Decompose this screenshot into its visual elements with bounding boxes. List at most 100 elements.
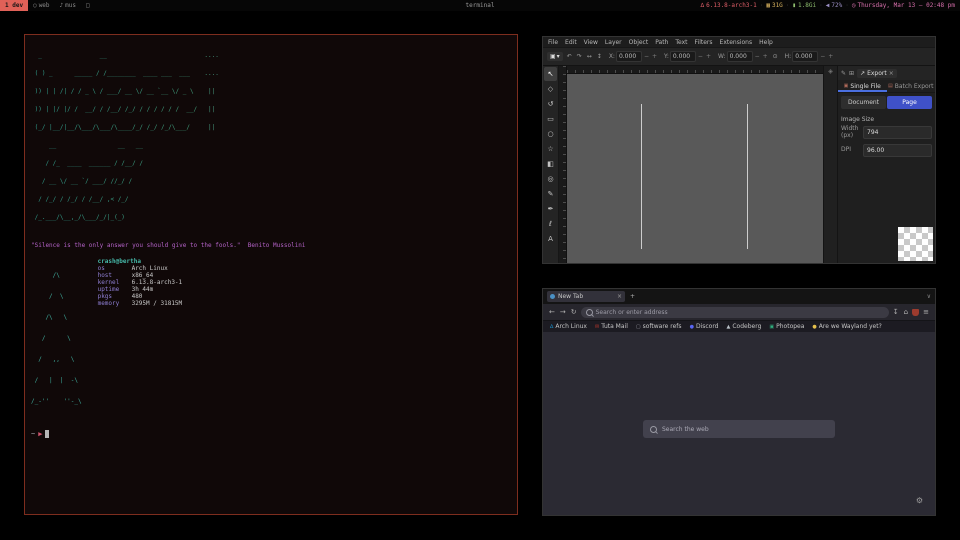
drawing-canvas[interactable]	[567, 74, 823, 263]
pen-tool[interactable]: ✒	[544, 202, 557, 216]
export-dialog-tab[interactable]: ↗ Export ×	[857, 69, 897, 78]
terminal-window[interactable]: _ __ .... ( ) _ _____ / /________ ____ _…	[24, 34, 518, 515]
text-tool[interactable]: A	[544, 232, 557, 246]
tab-batch-export[interactable]: ▤ Batch Export	[887, 80, 936, 92]
width-row: Width (px) 794	[838, 124, 935, 142]
forward-icon[interactable]: →	[559, 308, 567, 316]
wayland-favicon: ●	[812, 324, 816, 330]
workspace-tags: 1 dev ○ web ♪ mus □	[0, 0, 95, 11]
list-tabs-chevron-icon[interactable]: ∨	[927, 293, 931, 300]
ellipse-tool[interactable]: ○	[544, 127, 557, 141]
search-icon	[650, 426, 657, 433]
chevron-down-icon: ▾	[557, 53, 560, 60]
grid-dialog-icon[interactable]: ⊞	[849, 70, 854, 77]
menu-layer[interactable]: Layer	[605, 39, 622, 46]
height-field[interactable]: H: 0.000 − +	[785, 51, 835, 62]
downloads-icon[interactable]: ↧	[892, 308, 900, 316]
decrement-button[interactable]: −	[643, 53, 650, 60]
workspace-tag-dev[interactable]: 1 dev	[0, 0, 28, 11]
bookmark-codeberg[interactable]: ▲ Codeberg	[727, 323, 762, 330]
star-tool[interactable]: ☆	[544, 142, 557, 156]
bookmark-are-we-wayland-yet[interactable]: ● Are we Wayland yet?	[812, 323, 881, 330]
browser-tab[interactable]: New Tab ×	[547, 291, 625, 302]
menu-help[interactable]: Help	[759, 39, 773, 46]
pencil-tool[interactable]: ✎	[544, 187, 557, 201]
address-bar[interactable]: Search or enter address	[581, 307, 889, 318]
spiral-tool[interactable]: ◎	[544, 172, 557, 186]
menu-path[interactable]: Path	[655, 39, 668, 46]
page-scope-button[interactable]: Page	[887, 96, 932, 109]
address-placeholder: Search or enter address	[596, 309, 668, 316]
menu-text[interactable]: Text	[675, 39, 687, 46]
menu-filters[interactable]: Filters	[695, 39, 713, 46]
close-icon[interactable]: ×	[889, 70, 894, 77]
decrement-button[interactable]: −	[697, 53, 704, 60]
menu-extensions[interactable]: Extensions	[720, 39, 753, 46]
separator: ·	[760, 2, 764, 9]
node-tool[interactable]: ◇	[544, 82, 557, 96]
back-icon[interactable]: ←	[548, 308, 556, 316]
workspace-tag-mus[interactable]: ♪ mus	[55, 0, 81, 11]
increment-button[interactable]: +	[827, 53, 834, 60]
selection-mode-dropdown[interactable]: ▣ ▾	[547, 52, 563, 61]
document-scope-button[interactable]: Document	[841, 96, 886, 109]
web-search-input[interactable]: Search the web	[643, 420, 835, 438]
bookmark-photopea[interactable]: ▣ Photopea	[769, 323, 804, 330]
menu-edit[interactable]: Edit	[565, 39, 577, 46]
new-tab-page: Search the web ⚙	[543, 332, 935, 515]
tab-bar: New Tab × + ∨	[543, 289, 935, 304]
flip-vertical-icon[interactable]: ↕	[596, 53, 603, 60]
menu-icon[interactable]: ≡	[922, 308, 930, 316]
box-3d-tool[interactable]: ◧	[544, 157, 557, 171]
bookmark-arch-linux[interactable]: ∆ Arch Linux	[550, 323, 587, 330]
selector-tool[interactable]: ↖	[544, 67, 557, 81]
new-tab-button[interactable]: +	[630, 293, 635, 300]
workspace-tag-label: web	[39, 2, 50, 9]
increment-button[interactable]: +	[651, 53, 658, 60]
batch-export-icon: ▤	[888, 83, 893, 89]
width-field[interactable]: W: 0.000 − +	[718, 51, 769, 62]
decrement-button[interactable]: −	[754, 53, 761, 60]
increment-button[interactable]: +	[762, 53, 769, 60]
home-icon[interactable]: ⌂	[903, 308, 909, 316]
increment-button[interactable]: +	[705, 53, 712, 60]
flip-horizontal-icon[interactable]: ↔	[586, 53, 593, 60]
gear-icon[interactable]: ⚙	[916, 496, 923, 505]
memory-status: ▮ 1.8Gi	[792, 2, 816, 9]
pencil-dialog-icon[interactable]: ✎	[841, 70, 846, 77]
volume-icon: ◀	[826, 2, 830, 9]
rectangle-tool[interactable]: ▭	[544, 112, 557, 126]
volume-text: 72%	[831, 2, 842, 9]
bookmark-folder-software-refs[interactable]: ▢ software refs	[636, 323, 682, 330]
rotate-ccw-icon[interactable]: ↶	[566, 53, 573, 60]
workspace-tag-label: mus	[65, 2, 76, 9]
shape-builder-tool[interactable]: ↺	[544, 97, 557, 111]
ublock-extension-icon[interactable]	[912, 309, 919, 316]
snap-toggle-icon[interactable]: ◈	[828, 68, 833, 75]
x-coordinate-field[interactable]: X: 0.000 − +	[609, 51, 658, 62]
mail-favicon: ✉	[595, 324, 599, 330]
menu-object[interactable]: Object	[629, 39, 649, 46]
lock-ratio-icon[interactable]: ⊙	[772, 53, 779, 60]
tab-single-file[interactable]: ▣ Single File	[838, 80, 887, 92]
workspace-tag-web[interactable]: ○ web	[28, 0, 54, 11]
dpi-input[interactable]: 96.00	[863, 144, 932, 157]
decrement-button[interactable]: −	[819, 53, 826, 60]
width-input[interactable]: 794	[863, 126, 932, 139]
y-coordinate-field[interactable]: Y: 0.000 − +	[664, 51, 712, 62]
bookmark-tuta-mail[interactable]: ✉ Tuta Mail	[595, 323, 628, 330]
shell-prompt[interactable]: ~ ▶	[31, 430, 511, 438]
close-icon[interactable]: ×	[617, 293, 622, 300]
bookmark-discord[interactable]: ● Discord	[690, 323, 719, 330]
rotate-cw-icon[interactable]: ↷	[576, 53, 583, 60]
horizontal-ruler	[567, 66, 823, 74]
ascii-banner: _ __ .... ( ) _ _____ / /________ ____ _…	[31, 41, 511, 233]
clock-icon: ◷	[852, 2, 856, 9]
menu-file[interactable]: File	[548, 39, 558, 46]
workspace-tag-empty[interactable]: □	[81, 0, 95, 11]
separator: ·	[845, 2, 849, 9]
menu-view[interactable]: View	[584, 39, 598, 46]
calligraphy-tool[interactable]: ℓ	[544, 217, 557, 231]
kernel-text: 6.13.8-arch3-1	[706, 2, 757, 9]
reload-icon[interactable]: ↻	[570, 308, 578, 316]
